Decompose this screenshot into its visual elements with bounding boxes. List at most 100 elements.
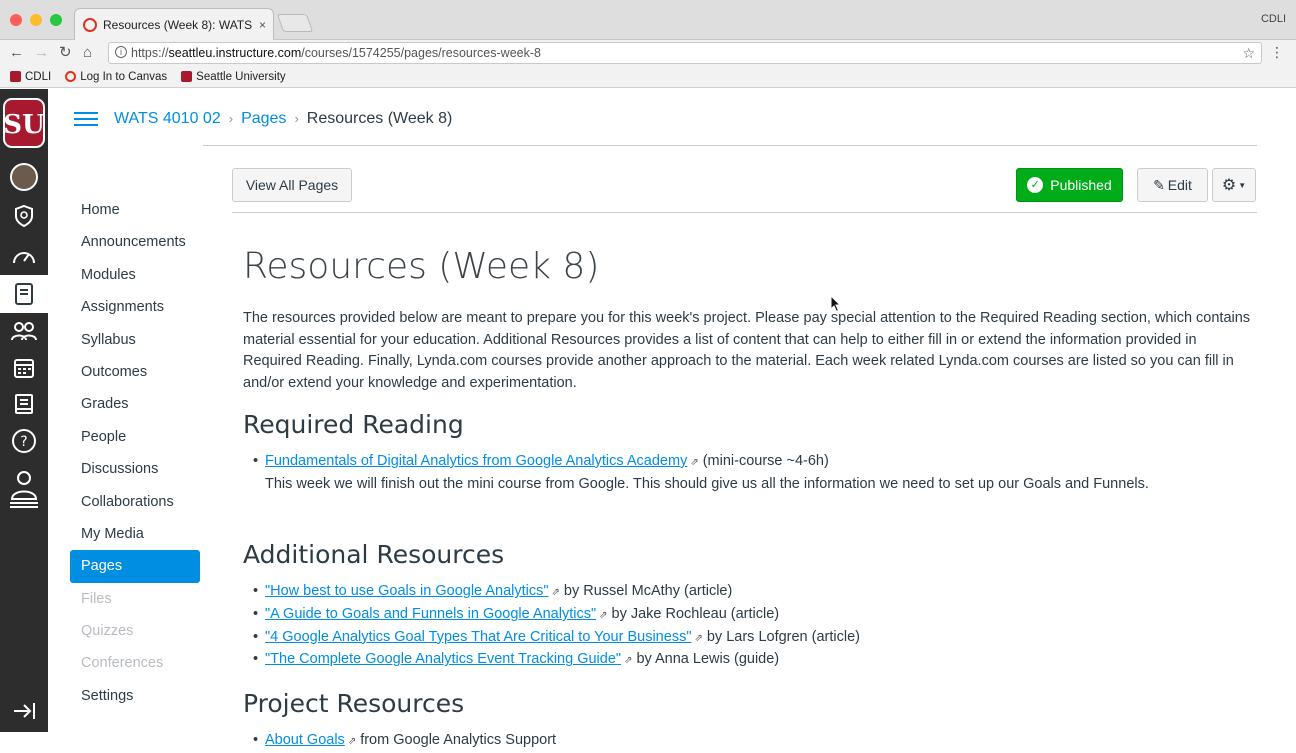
forward-arrow-icon[interactable]: →	[34, 43, 49, 63]
seattle-university-logo[interactable]: SU	[2, 97, 46, 149]
collapse-nav-icon[interactable]	[12, 701, 38, 721]
browser-menu-icon[interactable]: ⋮	[1270, 44, 1284, 61]
page-settings-menu-button[interactable]: ⚙ ▼	[1212, 168, 1256, 202]
course-nav-grades[interactable]: Grades	[70, 388, 200, 420]
required-reading-link[interactable]: Fundamentals of Digital Analytics from G…	[265, 453, 687, 469]
svg-text:?: ?	[20, 434, 27, 450]
canvas-favicon-icon	[83, 17, 97, 32]
gear-icon: ⚙	[1221, 177, 1237, 194]
link-suffix: by Lars Lofgren (article)	[706, 628, 860, 645]
page-title: Resources (Week 8)	[243, 246, 600, 287]
course-nav-modules[interactable]: Modules	[70, 259, 200, 291]
course-nav-home[interactable]: Home	[70, 194, 200, 226]
resource-link[interactable]: "The Complete Google Analytics Event Tra…	[265, 651, 621, 667]
new-tab-button[interactable]	[276, 14, 314, 32]
dashboard-icon[interactable]	[0, 238, 48, 274]
bookmark-seattle-university[interactable]: Seattle University	[181, 71, 286, 83]
course-nav-my-media[interactable]: My Media	[70, 518, 200, 550]
breadcrumb-course-link[interactable]: WATS 4010 02	[114, 108, 221, 130]
reload-icon[interactable]: ↻	[59, 43, 72, 63]
intro-paragraph: The resources provided below are meant t…	[243, 310, 1251, 392]
admin-shield-icon[interactable]	[0, 198, 48, 234]
course-nav-files[interactable]: Files	[70, 583, 200, 615]
home-icon[interactable]: ⌂	[83, 43, 92, 63]
view-all-pages-button[interactable]: View All Pages	[232, 168, 352, 202]
breadcrumb-current: Resources (Week 8)	[306, 110, 453, 127]
course-nav-collaborations[interactable]: Collaborations	[70, 486, 200, 518]
tab-close-icon[interactable]: ×	[259, 18, 266, 32]
list-item: "How best to use Goals in Google Analyti…	[253, 581, 1253, 604]
calendar-icon[interactable]	[0, 350, 48, 386]
edit-page-button[interactable]: ✎ Edit	[1137, 168, 1208, 202]
caret-down-icon: ▼	[1238, 180, 1247, 190]
breadcrumb-separator: ›	[228, 111, 234, 126]
groups-icon[interactable]	[0, 313, 48, 349]
breadcrumb-separator: ›	[294, 111, 299, 126]
browser-toolbar: ← → ↻ ⌂ i https://seattleu.instructure.c…	[0, 40, 1296, 66]
browser-tab-strip: Resources (Week 8): WATS 40 × CDLI	[0, 0, 1296, 40]
external-link-icon: ⇗	[694, 632, 703, 644]
help-icon[interactable]: ?	[0, 423, 48, 459]
additional-resources-list: "How best to use Goals in Google Analyti…	[243, 581, 1253, 672]
maximize-window-button[interactable]	[50, 14, 62, 26]
canvas-logo-icon	[65, 71, 77, 82]
external-link-icon: ⇗	[624, 655, 633, 667]
resource-link[interactable]: "4 Google Analytics Goal Types That Are …	[265, 629, 691, 645]
course-nav-syllabus[interactable]: Syllabus	[70, 324, 200, 356]
header-divider	[203, 145, 1257, 146]
external-link-icon: ⇗	[551, 587, 560, 599]
published-toggle-button[interactable]: ✓ Published	[1016, 168, 1123, 202]
required-note: This week we will finish out the mini co…	[265, 475, 1149, 492]
project-resources-heading: Project Resources	[243, 689, 465, 719]
courses-icon[interactable]	[0, 275, 48, 313]
url-prefix: https://	[131, 46, 169, 60]
link-suffix: from Google Analytics Support	[360, 732, 557, 749]
course-nav-outcomes[interactable]: Outcomes	[70, 356, 200, 388]
course-nav-discussions[interactable]: Discussions	[70, 453, 200, 485]
inbox-icon[interactable]	[0, 386, 48, 422]
course-nav-people[interactable]: People	[70, 421, 200, 453]
minimize-window-button[interactable]	[30, 14, 42, 26]
seattleu-logo-icon	[10, 71, 21, 82]
breadcrumb-pages-link[interactable]: Pages	[241, 108, 286, 130]
list-item: "4 Google Analytics Goal Types That Are …	[253, 627, 1253, 650]
external-link-icon: ⇗	[690, 456, 699, 468]
browser-tab-active[interactable]: Resources (Week 8): WATS 40 ×	[74, 8, 274, 40]
resource-link[interactable]: "A Guide to Goals and Funnels in Google …	[265, 606, 596, 622]
link-suffix: by Jake Rochleau (article)	[611, 605, 780, 622]
published-label: Published	[1050, 177, 1112, 193]
back-arrow-icon[interactable]: ←	[9, 43, 24, 63]
site-info-icon[interactable]: i	[115, 46, 127, 58]
course-nav-announcements[interactable]: Announcements	[70, 226, 200, 258]
global-navigation: SU ?	[0, 89, 48, 732]
course-nav-assignments[interactable]: Assignments	[70, 291, 200, 323]
close-window-button[interactable]	[10, 14, 22, 26]
url-host: seattleu.instructure.com	[168, 46, 302, 60]
bookmark-cdli[interactable]: CDLI	[10, 71, 51, 83]
course-nav-settings[interactable]: Settings	[70, 680, 200, 712]
commons-icon[interactable]	[0, 467, 48, 511]
list-item: "The Complete Google Analytics Event Tra…	[253, 649, 1253, 672]
account-avatar-icon[interactable]	[0, 159, 48, 195]
link-suffix: by Russel McAthy (article)	[563, 583, 733, 600]
course-nav-quizzes[interactable]: Quizzes	[70, 615, 200, 647]
list-item: Fundamentals of Digital Analytics from G…	[253, 451, 1253, 495]
required-reading-list: Fundamentals of Digital Analytics from G…	[243, 451, 1253, 495]
seattleu-logo-icon	[181, 71, 193, 82]
breadcrumb: WATS 4010 02 › Pages › Resources (Week 8…	[114, 108, 452, 130]
list-item: "A Guide to Goals and Funnels in Google …	[253, 604, 1253, 627]
course-nav-conferences[interactable]: Conferences	[70, 647, 200, 679]
course-navigation: Home Announcements Modules Assignments S…	[70, 194, 200, 712]
bookmark-login-canvas[interactable]: Log In to Canvas	[65, 71, 167, 83]
browser-profile[interactable]: CDLI	[1261, 13, 1286, 25]
address-bar[interactable]: i https://seattleu.instructure.com/cours…	[108, 42, 1262, 64]
resource-link[interactable]: "How best to use Goals in Google Analyti…	[265, 583, 549, 599]
course-nav-pages[interactable]: Pages	[70, 550, 200, 583]
course-menu-toggle[interactable]	[74, 108, 98, 130]
page-content: Resources (Week 8) The resources provide…	[243, 244, 1253, 753]
resource-link[interactable]: About Goals	[265, 732, 345, 748]
project-resources-list: About Goals⇗from Google Analytics Suppor…	[243, 730, 1253, 753]
tab-title: Resources (Week 8): WATS 40	[103, 17, 253, 32]
bookmark-star-icon[interactable]: ☆	[1242, 43, 1255, 63]
list-item: About Goals⇗from Google Analytics Suppor…	[253, 730, 1253, 753]
